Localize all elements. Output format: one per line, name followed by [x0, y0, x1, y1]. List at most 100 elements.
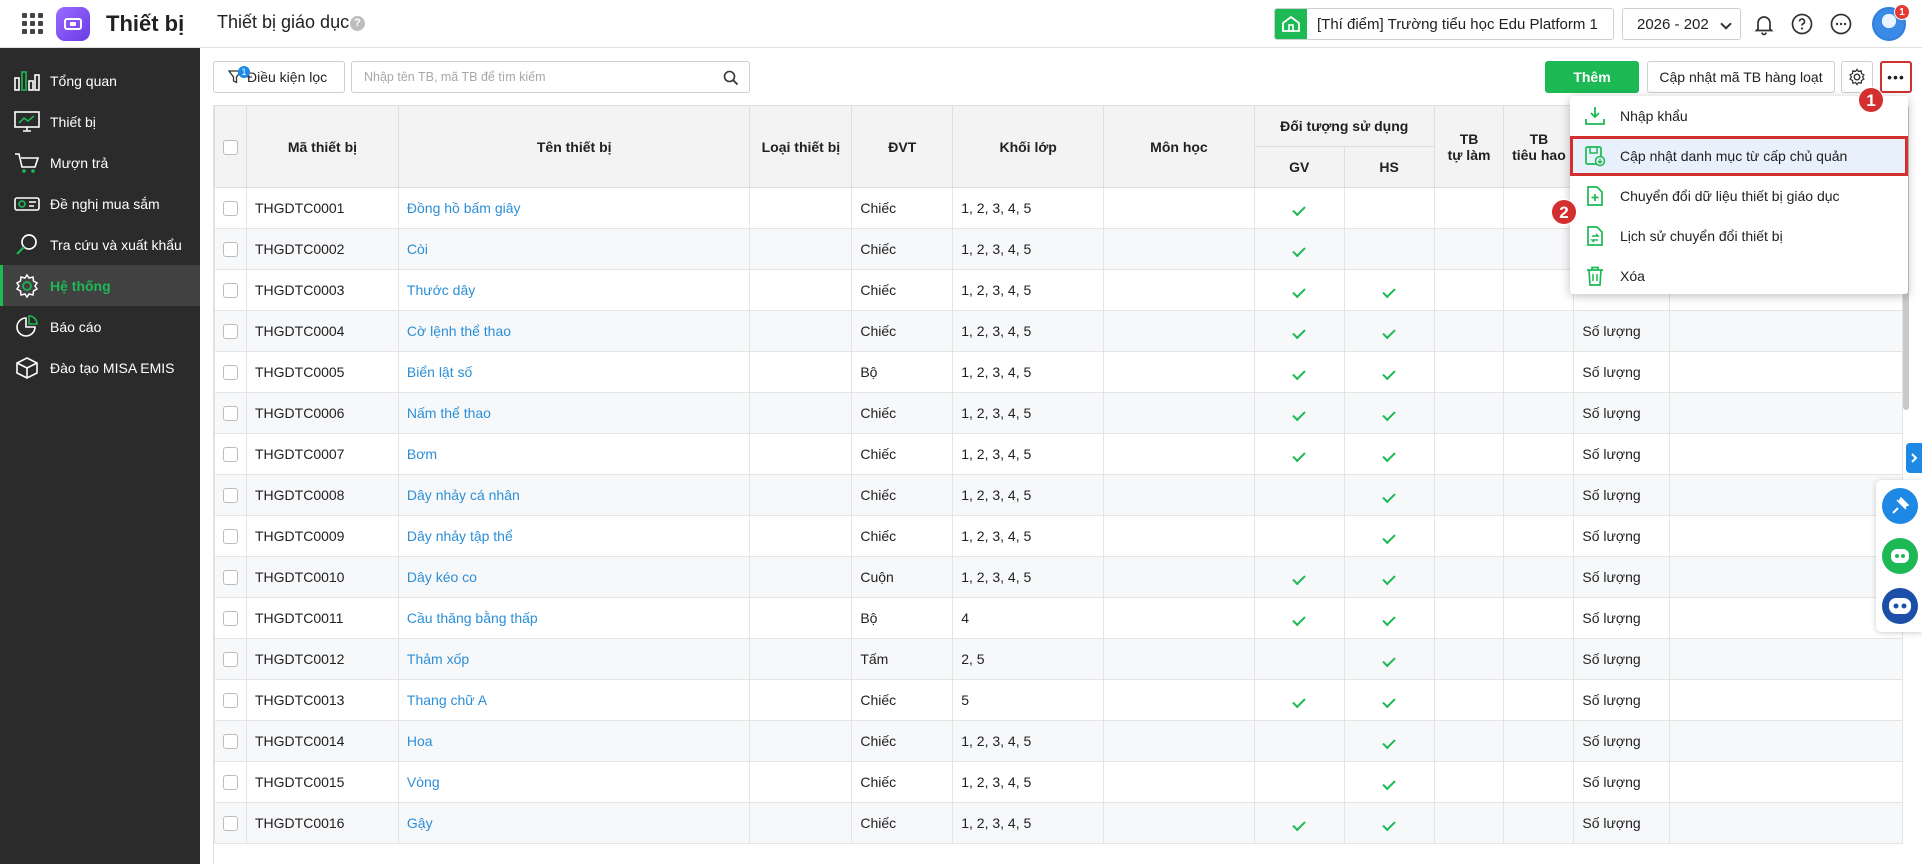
cell-name-link[interactable]: Thảm xốp	[397, 638, 751, 680]
cell-unit: Bộ	[851, 597, 954, 639]
header-hs[interactable]: HS	[1343, 146, 1435, 188]
cell-name-link[interactable]: Đồng hồ bấm giây	[397, 187, 751, 229]
row-checkbox[interactable]	[223, 693, 238, 709]
header-consumable[interactable]: TB tiêu hao	[1503, 105, 1575, 188]
cell-extra	[1669, 351, 1903, 393]
table-row[interactable]: THGDTC0008 Dây nhảy cá nhân Chiếc 1, 2, 3, …	[214, 474, 1903, 516]
table-row[interactable]: THGDTC0016 Gậy Chiếc 1, 2, 3, 4, 5 Số lượng	[214, 802, 1903, 844]
search-input[interactable]	[364, 70, 704, 84]
add-button[interactable]: Thêm	[1545, 61, 1639, 93]
row-checkbox[interactable]	[223, 529, 238, 545]
header-name[interactable]: Tên thiết bị	[397, 105, 751, 188]
table-row[interactable]: THGDTC0012 Thảm xốp Tấm 2, 5 Số lượng	[214, 638, 1903, 680]
table-row[interactable]: THGDTC0009 Dây nhảy tập thể Chiếc 1, 2, 3, …	[214, 515, 1903, 557]
select-all-checkbox[interactable]	[223, 139, 238, 155]
cell-name-link[interactable]: Còi	[397, 228, 751, 270]
row-checkbox[interactable]	[223, 447, 238, 463]
cell-name-link[interactable]: Nấm thể thao	[397, 392, 751, 434]
cell-name-link[interactable]: Bơm	[397, 433, 751, 475]
year-select[interactable]: 2026 - 202	[1622, 8, 1741, 40]
chat-bot-icon[interactable]	[1882, 538, 1918, 574]
header-unit[interactable]: ĐVT	[851, 105, 954, 188]
cell-code: THGDTC0003	[246, 269, 399, 311]
header-grade[interactable]: Khối lớp	[952, 105, 1105, 188]
cell-name-link[interactable]: Cờ lệnh thể thao	[397, 310, 751, 352]
cell-grade: 1, 2, 3, 4, 5	[952, 187, 1105, 229]
sidebar-item-report[interactable]: Báo cáo	[0, 306, 200, 347]
row-checkbox[interactable]	[223, 242, 238, 258]
menu-item-delete[interactable]: Xóa	[1570, 256, 1908, 296]
row-checkbox[interactable]	[223, 283, 238, 299]
header-subject[interactable]: Môn học	[1103, 105, 1255, 188]
cell-name-link[interactable]: Cầu thăng bằng thấp	[397, 597, 751, 639]
header-type[interactable]: Loại thiết bị	[749, 105, 853, 188]
question-icon[interactable]	[1790, 12, 1814, 36]
header-code[interactable]: Mã thiết bị	[246, 105, 399, 188]
row-checkbox[interactable]	[223, 324, 238, 340]
table-row[interactable]: THGDTC0007 Bơm Chiếc 1, 2, 3, 4, 5 Số lượng	[214, 433, 1903, 475]
row-select-cell	[214, 269, 247, 311]
menu-item-history[interactable]: Lịch sử chuyển đổi thiết bị	[1570, 216, 1908, 256]
bulk-update-code-button[interactable]: Cập nhật mã TB hàng loạt	[1647, 61, 1835, 93]
sidebar-label: Đào tạo MISA EMIS	[50, 359, 175, 376]
menu-item-convert[interactable]: Chuyển đổi dữ liệu thiết bị giáo dục	[1570, 176, 1908, 216]
cell-code: THGDTC0015	[246, 761, 399, 803]
search-icon[interactable]	[723, 70, 739, 86]
pin-icon[interactable]	[1882, 488, 1918, 524]
sidebar-item-lookup[interactable]: Tra cứu và xuất khẩu	[0, 224, 200, 265]
cell-name-link[interactable]: Thước dây	[397, 269, 751, 311]
cell-name-link[interactable]: Vòng	[397, 761, 751, 803]
cell-subject	[1103, 597, 1255, 639]
table-row[interactable]: THGDTC0004 Cờ lệnh thể thao Chiếc 1, 2, 3, …	[214, 310, 1903, 352]
row-checkbox[interactable]	[223, 611, 238, 627]
cell-name-link[interactable]: Dây nhảy tập thể	[397, 515, 751, 557]
sidebar-item-purchase[interactable]: Đề nghị mua sắm	[0, 183, 200, 224]
more-options-button[interactable]: •••	[1880, 61, 1912, 93]
cell-name-link[interactable]: Hoa	[397, 720, 751, 762]
cell-name-link[interactable]: Gậy	[397, 802, 751, 844]
cell-type	[749, 392, 853, 434]
cell-code: THGDTC0006	[246, 392, 399, 434]
cell-name-link[interactable]: Dây kéo co	[397, 556, 751, 598]
row-checkbox[interactable]	[223, 570, 238, 586]
menu-item-update-catalog[interactable]: Cập nhật danh mục từ cấp chủ quản	[1570, 136, 1908, 176]
table-row[interactable]: THGDTC0010 Dây kéo co Cuộn 1, 2, 3, 4, 5 Số …	[214, 556, 1903, 598]
cell-name-link[interactable]: Dây nhảy cá nhân	[397, 474, 751, 516]
header-self-made[interactable]: TB tự làm	[1433, 105, 1505, 188]
side-panel-toggle[interactable]	[1906, 443, 1922, 473]
row-checkbox[interactable]	[223, 488, 238, 504]
more-circle-icon[interactable]	[1829, 12, 1853, 36]
row-checkbox[interactable]	[223, 734, 238, 750]
cell-name-link[interactable]: Thang chữ A	[397, 679, 751, 721]
cell-self-made	[1433, 556, 1505, 598]
sidebar-item-borrow[interactable]: Mượn trả	[0, 142, 200, 183]
help-icon[interactable]: ?	[350, 16, 365, 31]
filter-button[interactable]: Điều kiện lọc 1	[213, 61, 345, 93]
table-row[interactable]: THGDTC0011 Cầu thăng bằng thấp Bộ 4 Số lượng	[214, 597, 1903, 639]
app-launcher-icon[interactable]	[18, 10, 46, 38]
cell-self-made	[1433, 679, 1505, 721]
cell-consumable	[1503, 720, 1575, 762]
sidebar-item-overview[interactable]: Tổng quan	[0, 60, 200, 101]
row-checkbox[interactable]	[223, 652, 238, 668]
row-checkbox[interactable]	[223, 365, 238, 381]
cell-self-made	[1433, 720, 1505, 762]
school-selector[interactable]: [Thí điểm] Trường tiểu học Edu Platform …	[1274, 8, 1614, 40]
table-row[interactable]: THGDTC0005 Biển lật số Bộ 1, 2, 3, 4, 5 Số l…	[214, 351, 1903, 393]
table-row[interactable]: THGDTC0013 Thang chữ A Chiếc 5 Số lượng	[214, 679, 1903, 721]
sidebar-item-system[interactable]: Hệ thống	[0, 265, 200, 306]
table-row[interactable]: THGDTC0015 Vòng Chiếc 1, 2, 3, 4, 5 Số lượng	[214, 761, 1903, 803]
assistant-robot-icon[interactable]	[1882, 588, 1918, 624]
table-row[interactable]: THGDTC0006 Nấm thể thao Chiếc 1, 2, 3, 4, 5…	[214, 392, 1903, 434]
row-checkbox[interactable]	[223, 201, 238, 217]
cell-code: THGDTC0014	[246, 720, 399, 762]
sidebar-item-devices[interactable]: Thiết bị	[0, 101, 200, 142]
header-gv[interactable]: GV	[1253, 146, 1345, 188]
sidebar-item-training[interactable]: Đào tạo MISA EMIS	[0, 347, 200, 388]
cell-name-link[interactable]: Biển lật số	[397, 351, 751, 393]
table-row[interactable]: THGDTC0014 Hoa Chiếc 1, 2, 3, 4, 5 Số lượng	[214, 720, 1903, 762]
row-checkbox[interactable]	[223, 406, 238, 422]
row-checkbox[interactable]	[223, 816, 238, 832]
row-checkbox[interactable]	[223, 775, 238, 791]
bell-icon[interactable]	[1752, 12, 1776, 36]
